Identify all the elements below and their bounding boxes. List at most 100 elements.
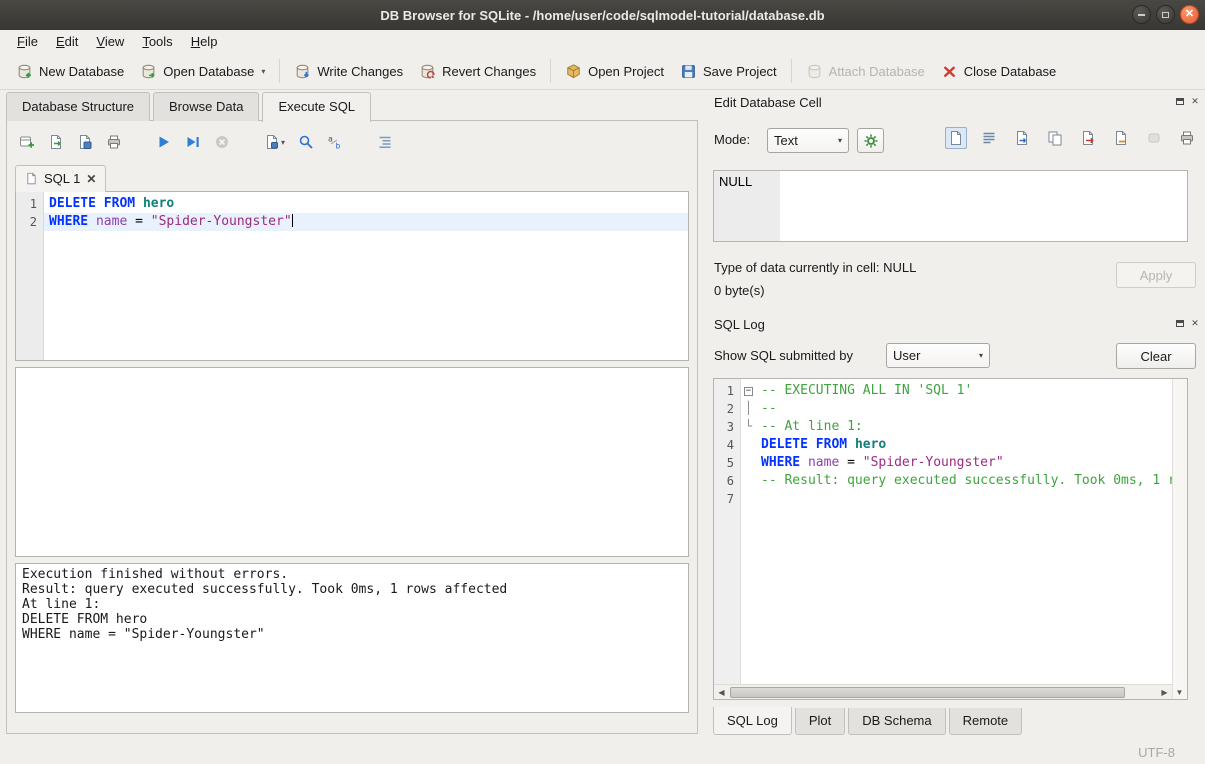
mode-select[interactable]: Text ▾ [767, 128, 849, 153]
scroll-right-icon[interactable]: ▶ [1157, 685, 1172, 699]
new-database-label: New Database [39, 64, 124, 79]
close-button[interactable]: ✕ [1180, 5, 1199, 24]
edit-cell-dock-controls: ✕ [1174, 95, 1201, 107]
execute-line-icon [185, 134, 201, 150]
maximize-button[interactable] [1156, 5, 1175, 24]
line-number: 1 [714, 382, 741, 400]
import-icon [1014, 130, 1030, 146]
text-mode-button[interactable] [945, 127, 967, 149]
open-database-button[interactable]: Open Database ▾ [132, 58, 273, 85]
save-results-icon [264, 134, 280, 150]
close-tab-icon[interactable]: ✕ [86, 172, 96, 186]
code-text: -- At line 1: [756, 418, 1172, 436]
float-panel-button[interactable] [1174, 95, 1186, 107]
log-filter-select[interactable]: User ▾ [886, 343, 990, 368]
code-text: DELETE FROM hero [756, 436, 1172, 454]
close-icon: ✕ [1185, 9, 1194, 20]
maximize-icon [1162, 12, 1169, 18]
sql-log-dock-controls: ✕ [1174, 317, 1201, 329]
find-button[interactable] [298, 134, 314, 150]
write-changes-button[interactable]: Write Changes [286, 58, 411, 85]
cell-editor[interactable]: NULL [713, 170, 1188, 242]
close-icon: ✕ [1191, 318, 1199, 329]
close-panel-button[interactable]: ✕ [1189, 95, 1201, 107]
export-data-button[interactable] [1080, 130, 1096, 146]
sql-editor[interactable]: 1DELETE FROM hero2WHERE name = "Spider-Y… [15, 191, 689, 361]
find-replace-button[interactable]: ab [327, 134, 343, 150]
copy-data-button[interactable] [1047, 130, 1063, 146]
tab-database-structure[interactable]: Database Structure [6, 92, 150, 121]
float-icon [1176, 98, 1184, 105]
code-text: -- [756, 400, 1172, 418]
menu-edit[interactable]: Edit [47, 31, 87, 52]
auto-format-button[interactable] [377, 134, 393, 150]
tab-browse-data[interactable]: Browse Data [153, 92, 259, 121]
float-panel-button[interactable] [1174, 317, 1186, 329]
word-wrap-button[interactable] [981, 130, 997, 146]
attach-database-label: Attach Database [829, 64, 925, 79]
open-sql-file-button[interactable] [48, 134, 64, 150]
line-number: 2 [16, 213, 44, 231]
menu-file[interactable]: File [8, 31, 47, 52]
revert-changes-button[interactable]: Revert Changes [411, 58, 544, 85]
save-sql-file-button[interactable] [77, 134, 93, 150]
save-results-button[interactable]: ▾ [264, 134, 285, 150]
save-project-label: Save Project [703, 64, 777, 79]
code-line: 3└-- At line 1: [714, 418, 1172, 436]
scroll-left-icon[interactable]: ◀ [714, 685, 729, 699]
open-project-button[interactable]: Open Project [557, 58, 672, 85]
close-panel-button[interactable]: ✕ [1189, 317, 1201, 329]
minimize-button[interactable] [1132, 5, 1151, 24]
line-number: 6 [714, 472, 741, 490]
tab-plot[interactable]: Plot [795, 708, 845, 735]
close-icon: ✕ [1191, 96, 1199, 107]
print-cell-button[interactable] [1179, 130, 1195, 146]
code-text: WHERE name = "Spider-Youngster" [756, 454, 1172, 472]
document-tabs: Database Structure Browse Data Execute S… [6, 92, 374, 121]
clear-log-button[interactable]: Clear [1116, 343, 1196, 369]
vertical-scrollbar[interactable]: ▼ [1172, 379, 1187, 699]
scroll-down-icon[interactable]: ▼ [1172, 685, 1187, 699]
save-project-icon [680, 63, 697, 80]
sql-editor-code: 1DELETE FROM hero2WHERE name = "Spider-Y… [16, 192, 688, 231]
print-sql-button[interactable] [106, 134, 122, 150]
new-sql-tab-button[interactable] [19, 134, 35, 150]
menu-view[interactable]: View [87, 31, 133, 52]
horizontal-scrollbar[interactable]: ◀ ▶ [714, 684, 1172, 699]
chevron-down-icon: ▾ [838, 136, 842, 145]
printer-icon [1179, 130, 1195, 146]
configure-button[interactable] [857, 128, 884, 153]
tab-sql-log[interactable]: SQL Log [713, 707, 792, 735]
new-database-button[interactable]: New Database [8, 58, 132, 85]
scrollbar-thumb[interactable] [730, 687, 1125, 698]
menu-help[interactable]: Help [182, 31, 227, 52]
execution-message-pane: Execution finished without errors.Result… [15, 563, 689, 713]
menu-tools[interactable]: Tools [133, 31, 181, 52]
sql-log-view[interactable]: 1−-- EXECUTING ALL IN 'SQL 1'2│--3└-- At… [713, 378, 1188, 700]
results-grid[interactable] [15, 367, 689, 557]
close-database-button[interactable]: Close Database [933, 58, 1065, 85]
svg-text:b: b [336, 142, 341, 151]
encoding-indicator: UTF-8 [1138, 745, 1175, 760]
fold-column [741, 436, 756, 454]
save-results-dropdown-icon[interactable]: ▾ [281, 138, 285, 147]
open-database-dropdown-icon[interactable]: ▾ [261, 67, 265, 76]
execute-sql-button[interactable] [156, 134, 172, 150]
tab-remote[interactable]: Remote [949, 708, 1023, 735]
fold-marker-icon: └ [741, 418, 756, 436]
import-data-button[interactable] [1014, 130, 1030, 146]
sql-tab-label: SQL 1 [44, 171, 80, 186]
execute-current-line-button[interactable] [185, 134, 201, 150]
open-database-icon [140, 63, 157, 80]
fold-marker-icon[interactable]: − [741, 382, 756, 400]
code-line: 2│-- [714, 400, 1172, 418]
set-as-null-button[interactable] [1113, 130, 1129, 146]
export-icon [1080, 130, 1096, 146]
save-file-icon [77, 134, 93, 150]
stop-execution-button [214, 134, 230, 150]
tab-execute-sql[interactable]: Execute SQL [262, 92, 371, 122]
sql-1-tab[interactable]: SQL 1 ✕ [15, 165, 106, 192]
titlebar: DB Browser for SQLite - /home/user/code/… [0, 0, 1205, 30]
tab-db-schema[interactable]: DB Schema [848, 708, 945, 735]
save-project-button[interactable]: Save Project [672, 58, 785, 85]
